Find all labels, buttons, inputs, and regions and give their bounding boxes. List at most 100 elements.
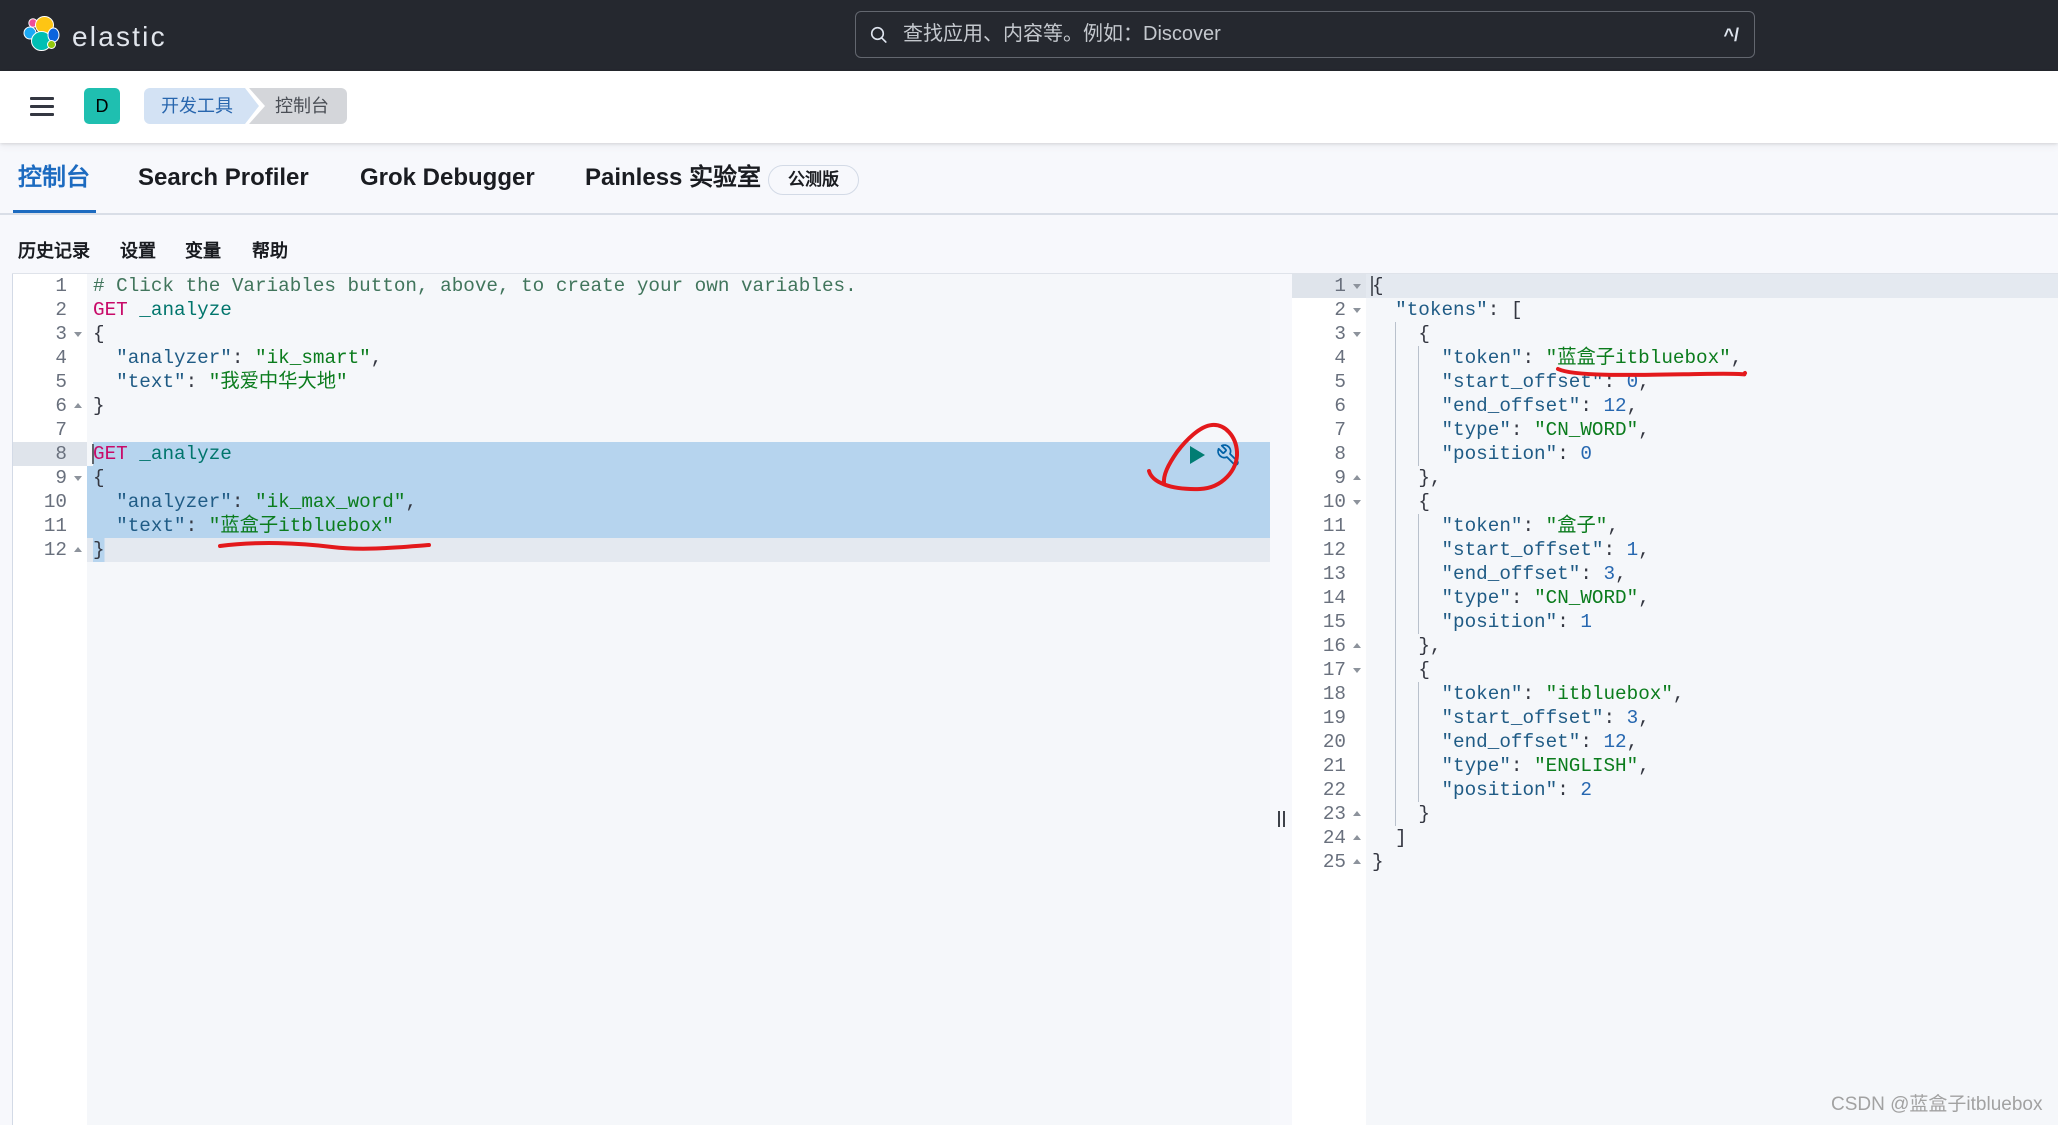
code-line[interactable]: } — [87, 394, 1270, 418]
indent-guide — [1372, 394, 1395, 418]
fold-down-icon[interactable] — [1353, 668, 1361, 673]
breadcrumb-dev-tools[interactable]: 开发工具 — [144, 88, 259, 124]
indent-guide — [1395, 466, 1418, 490]
tab-search-profiler[interactable]: Search Profiler — [138, 163, 309, 193]
tab-grok-debugger[interactable]: Grok Debugger — [360, 163, 535, 193]
code-line[interactable]: "type": "CN_WORD", — [1366, 586, 2058, 610]
tab-console[interactable]: 控制台 — [18, 163, 90, 193]
fold-up-icon[interactable] — [74, 547, 82, 552]
code-line[interactable]: "start_offset": 3, — [1366, 706, 2058, 730]
punctuation: : — [1522, 515, 1546, 537]
punctuation: , — [405, 491, 418, 513]
indent-guide — [1372, 490, 1395, 514]
code-line[interactable]: } — [87, 538, 1270, 562]
code-line[interactable]: "text": "我爱中华大地" — [87, 370, 1270, 394]
request-editor-code[interactable]: # Click the Variables button, above, to … — [87, 274, 1270, 1125]
code-line[interactable]: GET _analyze — [87, 298, 1270, 322]
code-line[interactable]: "token": "itbluebox", — [1366, 682, 2058, 706]
code-line[interactable]: # Click the Variables button, above, to … — [87, 274, 1270, 298]
fold-up-icon[interactable] — [1353, 835, 1361, 840]
code-line[interactable]: "text": "蓝盒子itbluebox" — [87, 514, 1270, 538]
code-line[interactable]: }, — [1366, 634, 2058, 658]
code-line[interactable]: { — [87, 466, 1270, 490]
indent-guide — [1395, 802, 1418, 826]
punctuation: , — [1607, 515, 1619, 537]
logo-blue-blob — [47, 27, 60, 43]
punctuation: } — [1418, 803, 1430, 825]
line-number: 5 — [1334, 371, 1346, 393]
code-line[interactable]: "token": "盒子", — [1366, 514, 2058, 538]
tab-painless-lab[interactable]: Painless 实验室 — [585, 163, 761, 193]
gutter-row: 7 — [13, 418, 87, 442]
space-avatar[interactable]: D — [84, 88, 120, 124]
code-line[interactable] — [87, 418, 1270, 442]
code-line[interactable]: { — [1366, 274, 2058, 298]
request-editor[interactable]: 1 2 3 4 5 6 7 8 9 10 11 12 # Click the Variables bu… — [12, 274, 1270, 1125]
code-line[interactable]: { — [1366, 658, 2058, 682]
fold-up-icon[interactable] — [1353, 811, 1361, 816]
json-key: "token" — [1441, 515, 1523, 537]
code-line[interactable]: "position": 1 — [1366, 610, 2058, 634]
fold-up-icon[interactable] — [1353, 643, 1361, 648]
fold-down-icon[interactable] — [1353, 332, 1361, 337]
code-line[interactable]: "analyzer": "ik_max_word", — [87, 490, 1270, 514]
code-line[interactable]: }, — [1366, 466, 2058, 490]
punctuation: : — [1603, 707, 1627, 729]
indent-guide — [1395, 346, 1418, 370]
settings-button[interactable]: 设置 — [120, 240, 156, 262]
indent-guide — [1395, 778, 1418, 802]
fold-down-icon[interactable] — [1353, 284, 1361, 289]
wrench-icon[interactable] — [1216, 443, 1241, 468]
code-line[interactable]: "end_offset": 12, — [1366, 394, 2058, 418]
code-line[interactable]: GET _analyze — [87, 442, 1270, 466]
json-key: "position" — [1441, 443, 1558, 465]
code-line[interactable]: "position": 2 — [1366, 778, 2058, 802]
code-line[interactable]: "end_offset": 12, — [1366, 730, 2058, 754]
line-number: 7 — [1334, 419, 1346, 441]
fold-up-icon[interactable] — [74, 403, 82, 408]
code-line[interactable]: } — [1366, 802, 2058, 826]
code-line[interactable]: { — [1366, 322, 2058, 346]
fold-down-icon[interactable] — [1353, 308, 1361, 313]
response-viewer[interactable]: 1 2 3 4 5 6 7 8 9 10 11 12 13 14 15 16 17 18 19 20 21 22 23 24 2… — [1292, 274, 2058, 1125]
code-line[interactable]: "start_offset": 0, — [1366, 370, 2058, 394]
gutter-row: 18 — [1292, 682, 1366, 706]
code-line[interactable]: "token": "蓝盒子itbluebox", — [1366, 346, 2058, 370]
code-line[interactable]: { — [1366, 490, 2058, 514]
code-line[interactable]: ] — [1366, 826, 2058, 850]
search-input[interactable] — [856, 12, 1754, 57]
fold-down-icon[interactable] — [74, 476, 82, 481]
help-button[interactable]: 帮助 — [252, 240, 288, 262]
indent-guide — [1372, 826, 1395, 850]
code-line[interactable]: "type": "ENGLISH", — [1366, 754, 2058, 778]
brand-name[interactable]: elastic — [72, 22, 167, 52]
fold-up-icon[interactable] — [1353, 859, 1361, 864]
code-line[interactable]: "end_offset": 3, — [1366, 562, 2058, 586]
global-search[interactable]: ^/ — [855, 11, 1755, 58]
response-viewer-code[interactable]: { "tokens": [ { "token": "蓝盒子itbluebox",… — [1366, 274, 2058, 1125]
punctuation: : — [185, 515, 209, 537]
code-line[interactable]: "position": 0 — [1366, 442, 2058, 466]
line-number: 6 — [55, 395, 67, 417]
code-line[interactable]: "analyzer": "ik_smart", — [87, 346, 1270, 370]
fold-down-icon[interactable] — [74, 332, 82, 337]
code-line[interactable]: } — [1366, 850, 2058, 874]
play-icon[interactable] — [1186, 443, 1210, 467]
fold-down-icon[interactable] — [1353, 500, 1361, 505]
line-number: 4 — [55, 347, 67, 369]
variables-button[interactable]: 变量 — [185, 240, 221, 262]
punctuation: : — [1557, 611, 1581, 633]
fold-up-icon[interactable] — [1353, 475, 1361, 480]
punctuation: { — [1418, 491, 1430, 513]
code-line[interactable]: "tokens": [ — [1366, 298, 2058, 322]
line-number: 3 — [55, 323, 67, 345]
panel-resize-handle[interactable] — [1274, 806, 1288, 832]
elastic-logo-icon[interactable] — [0, 0, 70, 70]
indent-guide — [1372, 298, 1395, 322]
code-line[interactable]: "type": "CN_WORD", — [1366, 418, 2058, 442]
history-button[interactable]: 历史记录 — [18, 240, 90, 262]
punctuation: , — [1638, 419, 1650, 441]
menu-toggle-button[interactable] — [28, 93, 56, 119]
code-line[interactable]: "start_offset": 1, — [1366, 538, 2058, 562]
code-line[interactable]: { — [87, 322, 1270, 346]
